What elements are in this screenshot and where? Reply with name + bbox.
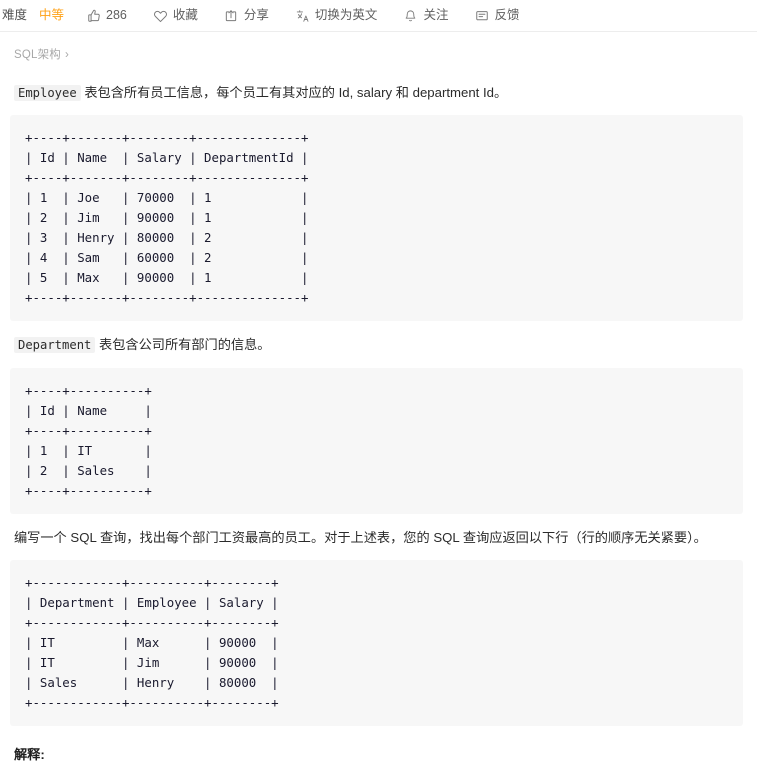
translate-label: 切换为英文 — [314, 8, 378, 23]
result-table-codeblock: +------------+----------+--------+ | Dep… — [10, 560, 743, 727]
follow-button[interactable]: 关注 — [403, 8, 448, 23]
chevron-right-icon: › — [65, 49, 70, 61]
explanation-heading: 解释: — [14, 747, 45, 763]
favorite-button[interactable]: 收藏 — [153, 8, 198, 23]
difficulty-indicator: 难度 中等 — [2, 9, 64, 22]
heart-icon — [153, 8, 168, 23]
department-table-codeblock: +----+----------+ | Id | Name | +----+--… — [10, 367, 743, 514]
feedback-button[interactable]: 反馈 — [474, 8, 519, 23]
employee-table-description: Employee 表包含所有员工信息，每个员工有其对应的 Id, salary … — [10, 83, 743, 103]
breadcrumb[interactable]: SQL架构 › — [10, 32, 743, 72]
favorite-label: 收藏 — [172, 8, 198, 23]
thumbs-up-icon — [86, 8, 101, 23]
task-description: 编写一个 SQL 查询，找出每个部门工资最高的员工。对于上述表，您的 SQL 查… — [14, 529, 707, 545]
follow-label: 关注 — [423, 8, 449, 23]
employee-code-tag: Employee — [14, 85, 81, 101]
bell-icon — [403, 8, 418, 23]
problem-description: SQL架构 › Employee 表包含所有员工信息，每个员工有其对应的 Id, … — [0, 32, 757, 774]
share-icon — [224, 8, 239, 23]
department-code-tag: Department — [14, 337, 96, 354]
action-bar: 难度 中等 286 收藏 分享 切换为英文 关注 反馈 — [0, 0, 757, 32]
translate-button[interactable]: 切换为英文 — [295, 8, 378, 23]
share-label: 分享 — [243, 8, 269, 23]
employee-description-text: 表包含所有员工信息，每个员工有其对应的 Id, salary 和 departm… — [80, 85, 508, 100]
translate-icon — [295, 8, 310, 23]
department-description-text: 表包含公司所有部门的信息。 — [95, 337, 271, 353]
feedback-label: 反馈 — [494, 8, 520, 23]
comment-icon — [474, 8, 489, 23]
share-button[interactable]: 分享 — [224, 8, 269, 23]
breadcrumb-sql-schema[interactable]: SQL架构 — [14, 49, 61, 61]
department-table-description: Department 表包含公司所有部门的信息。 — [10, 335, 743, 355]
like-count: 286 — [106, 8, 127, 23]
difficulty-value: 中等 — [39, 8, 65, 23]
like-button[interactable]: 286 — [86, 8, 127, 23]
difficulty-label: 难度 — [2, 8, 28, 23]
employee-table-codeblock: +----+-------+--------+--------------+ |… — [10, 115, 743, 322]
